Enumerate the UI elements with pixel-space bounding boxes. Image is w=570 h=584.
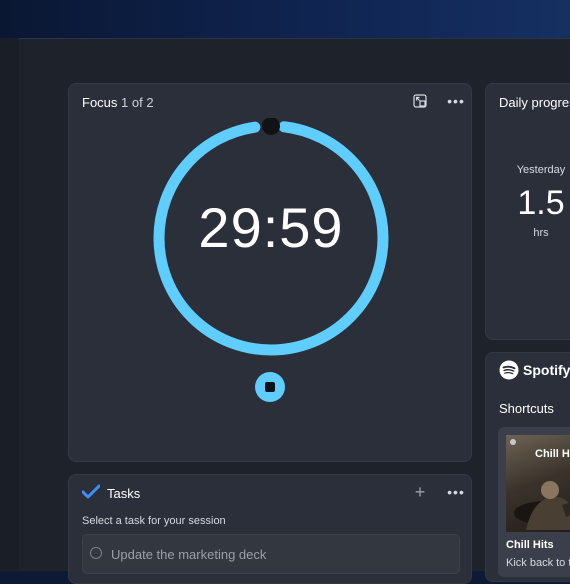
window-top-bar xyxy=(0,0,570,38)
focus-session-counter: 1 of 2 xyxy=(121,95,154,110)
yesterday-label: Yesterday xyxy=(516,164,566,176)
spotify-wordmark: Spotify xyxy=(523,362,570,378)
tasks-title: Tasks xyxy=(107,486,141,501)
spotify-icon xyxy=(499,360,519,380)
focus-title: Focus 1 of 2 xyxy=(82,95,154,110)
tasks-prompt: Select a task for your session xyxy=(82,515,226,527)
task-item[interactable]: Update the marketing deck xyxy=(82,534,460,574)
daily-progress-card: Daily progress Yesterday 1.5 hrs xyxy=(485,83,570,340)
more-options-icon: ••• xyxy=(447,484,465,500)
mini-mode-icon xyxy=(413,94,427,108)
task-checkbox-icon[interactable] xyxy=(90,547,102,559)
plus-icon: + xyxy=(414,482,426,502)
mini-mode-button[interactable] xyxy=(409,90,431,112)
spotify-badge-icon xyxy=(510,439,516,445)
add-task-button[interactable]: + xyxy=(409,481,431,503)
playlist-shortcut[interactable]: Chill Hits Chill Hits Kick back to t xyxy=(498,427,570,577)
focus-card: Focus 1 of 2 ••• 29:59 xyxy=(68,83,472,462)
playlist-cover-art: Chill Hits xyxy=(506,435,570,532)
daily-progress-title: Daily progress xyxy=(499,95,570,110)
spotify-logo: Spotify xyxy=(499,360,570,380)
todo-check-icon xyxy=(82,484,100,499)
left-navigation-rail xyxy=(0,38,19,570)
focus-more-button[interactable]: ••• xyxy=(445,90,467,112)
stop-focus-button[interactable] xyxy=(255,372,285,402)
shortcuts-heading: Shortcuts xyxy=(499,401,554,416)
playlist-name: Chill Hits xyxy=(506,539,554,551)
more-options-icon: ••• xyxy=(447,93,465,109)
task-item-label: Update the marketing deck xyxy=(111,547,267,562)
playlist-subtitle: Kick back to t xyxy=(506,557,570,569)
tasks-card: Tasks + ••• Select a task for your sessi… xyxy=(68,474,472,584)
stop-icon xyxy=(265,382,275,392)
tasks-more-button[interactable]: ••• xyxy=(445,481,467,503)
timer-display: 29:59 xyxy=(198,196,344,259)
playlist-cover-title: Chill Hits xyxy=(535,448,570,460)
yesterday-value: 1.5 xyxy=(517,184,565,222)
spotify-card: Spotify Shortcuts Chill Hits Chill Hits … xyxy=(485,352,570,582)
yesterday-unit: hrs xyxy=(533,227,549,239)
timer-progress-knob[interactable] xyxy=(262,118,280,135)
focus-title-label: Focus xyxy=(82,95,118,110)
